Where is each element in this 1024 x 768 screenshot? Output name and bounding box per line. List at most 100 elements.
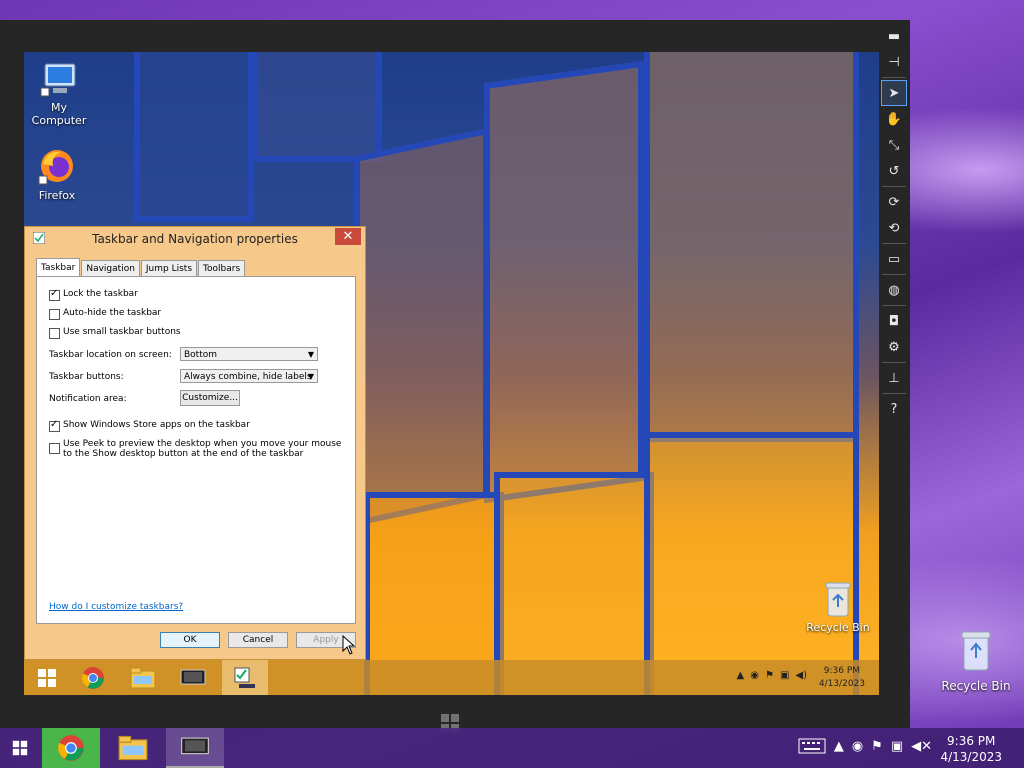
minimize-icon[interactable]: ▬: [882, 24, 906, 48]
dialog-titlebar[interactable]: Taskbar and Navigation properties ✕: [25, 227, 365, 251]
flag-icon[interactable]: ⚑: [871, 739, 883, 754]
small-buttons-checkbox[interactable]: Use small taskbar buttons: [49, 327, 181, 339]
hand-icon[interactable]: ✋: [882, 107, 906, 131]
my-computer-label: My Computer: [31, 101, 87, 127]
rotate-ccw-icon[interactable]: ⟲: [882, 216, 906, 240]
customize-button[interactable]: Customize...: [180, 390, 240, 406]
shield-icon[interactable]: ◉: [750, 670, 759, 681]
chrome-icon: [81, 666, 104, 689]
refresh-view-icon[interactable]: ↺: [882, 159, 906, 183]
host-taskbar: ▲ ◉ ⚑ ▣ ◀✕ 9:36 PM 4/13/2023: [0, 728, 1024, 768]
host-chrome-button[interactable]: [42, 728, 100, 768]
lock-taskbar-label: Lock the taskbar: [63, 289, 138, 299]
remote-recycle-bin-shortcut[interactable]: Recycle Bin: [803, 580, 873, 634]
tab-taskbar[interactable]: Taskbar: [36, 258, 81, 278]
chevron-up-icon[interactable]: ▲: [737, 670, 745, 681]
lock-taskbar-checkbox[interactable]: Lock the taskbar: [49, 288, 138, 301]
peek-checkbox[interactable]: Use Peek to preview the desktop when you…: [49, 439, 345, 459]
tab-toolbars[interactable]: Toolbars: [198, 260, 246, 277]
host-clock-date: 4/13/2023: [940, 750, 1002, 764]
host-clock[interactable]: 9:36 PM 4/13/2023: [940, 733, 1002, 765]
remote-viewer-taskbar-button[interactable]: [170, 660, 216, 695]
autohide-label: Auto-hide the taskbar: [63, 308, 162, 318]
speaker-icon[interactable]: ◀): [795, 670, 807, 681]
windows-logo-icon: [12, 740, 28, 756]
remote-system-tray: ▲ ◉ ⚑ ▣ ◀): [737, 670, 807, 681]
checkbox-box: [49, 443, 60, 454]
pointer-icon[interactable]: ➤: [881, 80, 907, 106]
remote-clock[interactable]: 9:36 PM 4/13/2023: [819, 665, 865, 691]
host-viewer-button[interactable]: [166, 728, 224, 768]
firefox-icon: [38, 150, 73, 185]
recycle-bin-icon: [961, 631, 991, 671]
firefox-shortcut[interactable]: Firefox: [24, 146, 92, 202]
pin-icon[interactable]: ⊣: [882, 50, 906, 74]
monitor-icon: [180, 669, 206, 684]
remote-start-button[interactable]: [24, 660, 70, 695]
buttons-value: Always combine, hide labels: [184, 372, 312, 382]
checkbox-box: [49, 419, 60, 432]
host-system-tray: ▲ ◉ ⚑ ▣ ◀✕: [798, 738, 932, 754]
viewer-toolbar: ▬ ⊣ ➤ ✋ ⤡ ↺ ⟳ ⟲ ▭ ◍ ◘ ⚙ ⊥ ?: [880, 22, 908, 442]
shield-icon[interactable]: ◉: [852, 739, 863, 754]
wallpaper-pane: [484, 60, 644, 504]
store-apps-checkbox[interactable]: Show Windows Store apps on the taskbar: [49, 419, 250, 432]
toolbar-separator: [882, 274, 906, 275]
tab-jump-lists[interactable]: Jump Lists: [140, 260, 198, 277]
taskbar-properties-taskbar-button[interactable]: [222, 660, 268, 695]
small-buttons-label: Use small taskbar buttons: [63, 327, 181, 337]
remote-explorer-button[interactable]: [120, 660, 166, 695]
remote-recycle-bin-label: Recycle Bin: [806, 621, 870, 634]
remote-chrome-button[interactable]: [70, 660, 116, 695]
wallpaper-pane: [134, 52, 254, 222]
cancel-button[interactable]: Cancel: [228, 632, 288, 648]
dialog-title: Taskbar and Navigation properties: [92, 232, 298, 246]
remote-clock-date: 4/13/2023: [818, 679, 865, 689]
camera-icon[interactable]: ◘: [882, 309, 906, 333]
toolbar-separator: [882, 305, 906, 306]
resize-icon[interactable]: ⤡: [882, 133, 906, 157]
taskbar-properties-dialog: Taskbar and Navigation properties ✕ Task…: [24, 226, 366, 660]
tab-navigation[interactable]: Navigation: [81, 260, 140, 277]
network-icon[interactable]: ▣: [891, 739, 903, 754]
autohide-checkbox[interactable]: Auto-hide the taskbar: [49, 308, 161, 320]
my-computer-shortcut[interactable]: My Computer: [24, 62, 94, 127]
host-start-button[interactable]: [0, 728, 40, 768]
globe-icon[interactable]: ◍: [882, 278, 906, 302]
toolbar-separator: [882, 362, 906, 363]
keyboard-icon[interactable]: [798, 738, 826, 754]
remote-taskbar: ▲ ◉ ⚑ ▣ ◀) 9:36 PM 4/13/2023: [24, 660, 879, 695]
location-select[interactable]: Bottom ▼: [180, 347, 318, 361]
keyboard-bar-icon[interactable]: ⊥: [882, 366, 906, 390]
toolbar-separator: [882, 186, 906, 187]
monitor-icon[interactable]: ▭: [882, 247, 906, 271]
location-label: Taskbar location on screen:: [49, 350, 172, 360]
host-recycle-bin-shortcut[interactable]: Recycle Bin: [938, 628, 1014, 693]
my-computer-icon: [40, 63, 76, 97]
chevron-up-icon[interactable]: ▲: [834, 739, 844, 754]
network-icon[interactable]: ▣: [780, 670, 789, 681]
host-clock-time: 9:36 PM: [947, 734, 996, 748]
ok-button[interactable]: OK: [160, 632, 220, 648]
checkbox-box: [49, 288, 60, 301]
help-link[interactable]: How do I customize taskbars?: [49, 602, 183, 612]
windows-logo-icon: [38, 668, 56, 687]
folder-icon: [118, 735, 148, 761]
help-icon[interactable]: ?: [882, 397, 906, 421]
wallpaper-pane: [354, 127, 489, 527]
notify-label: Notification area:: [49, 394, 127, 404]
rotate-cw-icon[interactable]: ⟳: [882, 190, 906, 214]
flag-icon[interactable]: ⚑: [765, 670, 774, 681]
host-explorer-button[interactable]: [104, 728, 162, 768]
close-button[interactable]: ✕: [335, 228, 361, 245]
checkbox-box: [49, 328, 60, 339]
recycle-bin-icon: [825, 582, 851, 617]
gear-icon[interactable]: ⚙: [882, 335, 906, 359]
remote-clock-time: 9:36 PM: [823, 666, 861, 676]
firefox-label: Firefox: [38, 189, 76, 202]
speaker-muted-icon[interactable]: ◀✕: [911, 739, 932, 754]
location-value: Bottom: [184, 350, 218, 360]
wallpaper-pane: [644, 432, 859, 695]
buttons-select[interactable]: Always combine, hide labels ▼: [180, 369, 318, 383]
taskbar-properties-icon: [234, 667, 255, 688]
